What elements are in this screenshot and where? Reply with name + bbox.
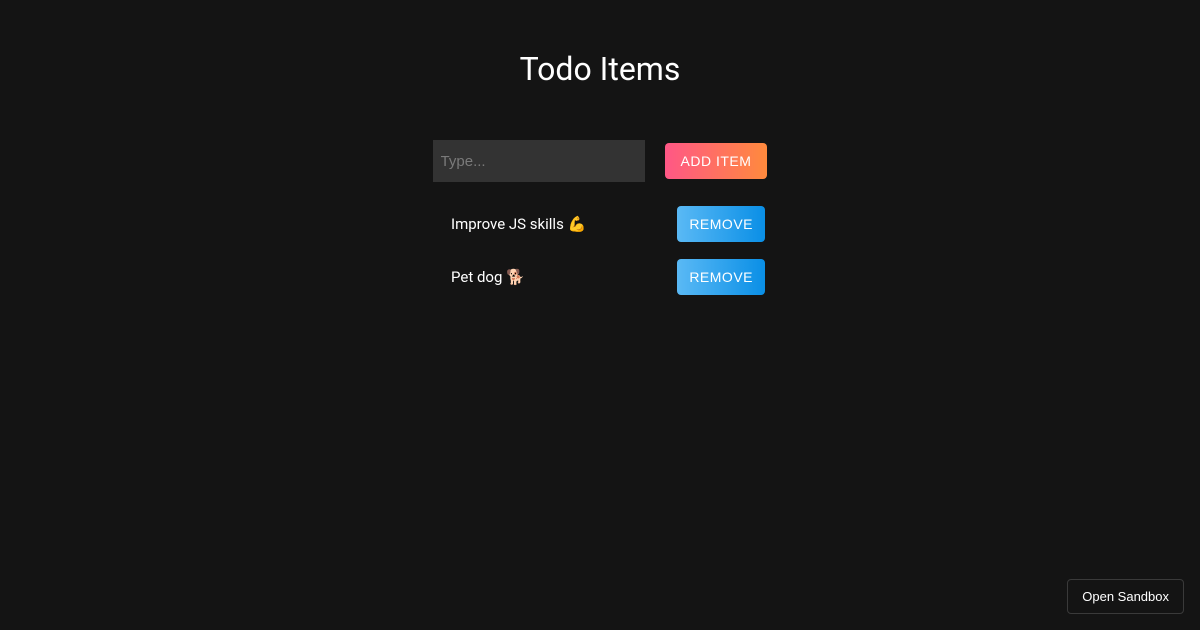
todo-input[interactable] [433,140,645,182]
list-item: Pet dog 🐕 REMOVE [435,259,765,295]
remove-button[interactable]: REMOVE [677,206,765,242]
input-row: ADD ITEM [433,140,768,182]
app-container: Todo Items ADD ITEM Improve JS skills 💪 … [0,0,1200,295]
todo-text: Pet dog 🐕 [451,268,525,286]
remove-button[interactable]: REMOVE [677,259,765,295]
add-item-button[interactable]: ADD ITEM [665,143,768,179]
page-title: Todo Items [520,50,681,88]
todo-list: Improve JS skills 💪 REMOVE Pet dog 🐕 REM… [435,206,765,295]
todo-text: Improve JS skills 💪 [451,215,586,233]
open-sandbox-button[interactable]: Open Sandbox [1067,579,1184,614]
list-item: Improve JS skills 💪 REMOVE [435,206,765,242]
